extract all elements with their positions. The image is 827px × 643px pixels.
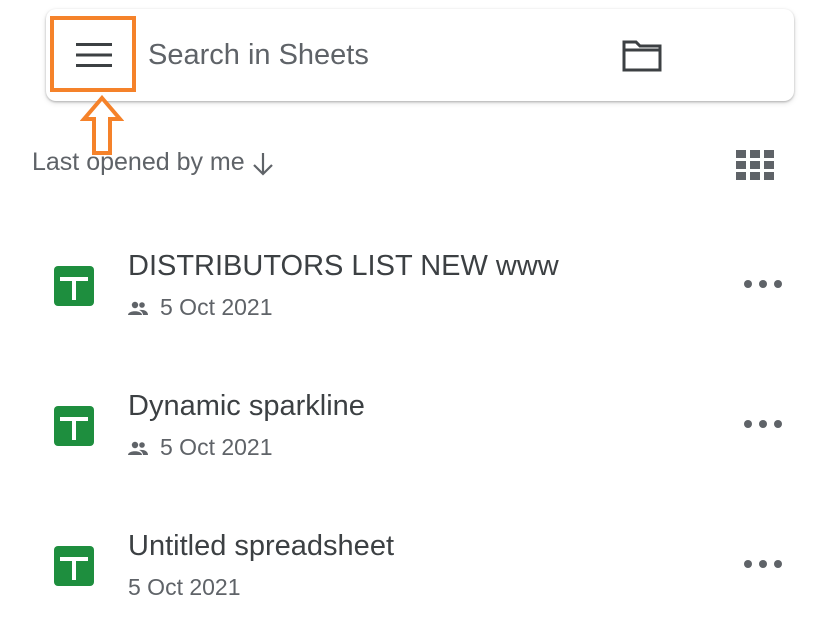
sheets-file-icon [54,406,94,446]
more-horizontal-icon [744,420,782,428]
menu-button[interactable] [51,17,137,93]
file-name: DISTRIBUTORS LIST NEW www [128,250,559,282]
file-name: Untitled spreadsheet [128,530,394,562]
search-bar [46,9,794,101]
search-input[interactable] [148,35,588,75]
more-options-button[interactable] [744,414,782,434]
file-date: 5 Oct 2021 [160,434,273,460]
folder-button[interactable] [620,37,664,75]
grid-view-icon[interactable] [736,150,774,180]
file-date: 5 Oct 2021 [128,574,241,600]
arrow-down-icon [252,152,273,176]
people-icon [128,301,148,315]
file-row[interactable]: Untitled spreadsheet 5 Oct 2021 [0,510,827,620]
sheets-file-icon [54,266,94,306]
more-options-button[interactable] [744,554,782,574]
more-horizontal-icon [744,280,782,288]
sort-label: Last opened by me [32,148,245,176]
more-options-button[interactable] [744,274,782,294]
sheets-file-icon [54,546,94,586]
file-meta: 5 Oct 2021 [128,574,241,601]
file-date: 5 Oct 2021 [160,294,273,320]
people-icon [128,441,148,455]
file-meta: 5 Oct 2021 [128,434,273,461]
folder-icon [622,40,662,72]
hamburger-menu-icon [76,43,112,67]
file-name: Dynamic sparkline [128,390,365,422]
file-row[interactable]: Dynamic sparkline 5 Oct 2021 [0,370,827,480]
file-meta: 5 Oct 2021 [128,294,273,321]
more-horizontal-icon [744,560,782,568]
sort-selector[interactable]: Last opened by me [32,148,275,177]
file-row[interactable]: DISTRIBUTORS LIST NEW www 5 Oct 2021 [0,230,827,340]
